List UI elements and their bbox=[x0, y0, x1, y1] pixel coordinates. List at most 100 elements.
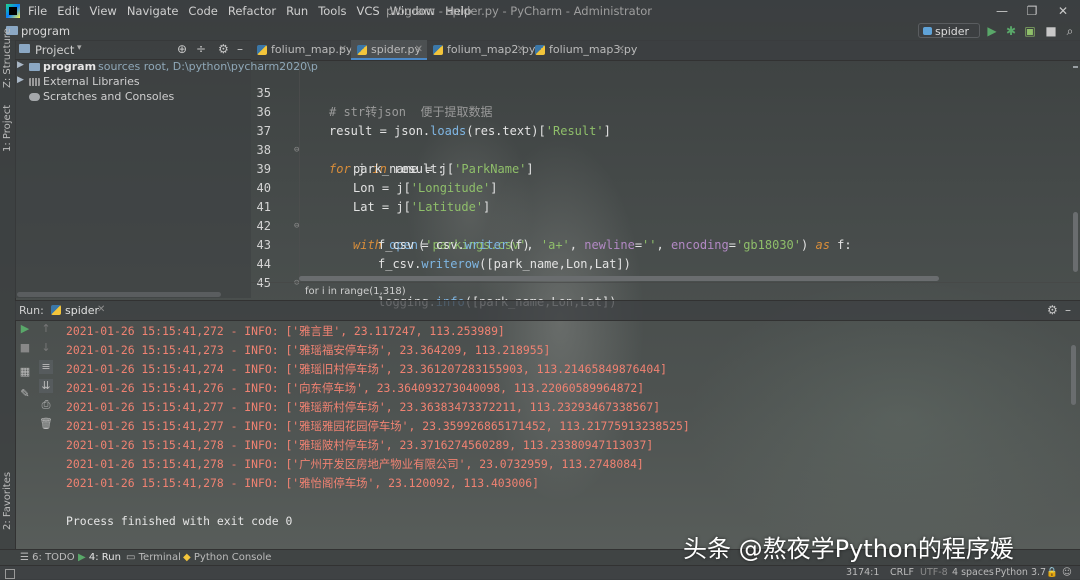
print-icon[interactable]: ⎙ bbox=[39, 398, 53, 412]
code-comment: # str转json 便于提取数据 bbox=[329, 105, 493, 119]
rerun-icon[interactable]: ▶ bbox=[18, 322, 32, 336]
close-tab-icon[interactable]: ✕ bbox=[617, 40, 625, 60]
line-separator[interactable]: CRLF bbox=[890, 567, 914, 578]
close-button[interactable]: ✕ bbox=[1048, 2, 1078, 20]
code-text: Lon = j['Longitude'] bbox=[353, 179, 498, 198]
hide-icon[interactable]: – bbox=[237, 42, 243, 56]
scroll-up-icon[interactable]: ↑ bbox=[39, 322, 53, 336]
menu-tools[interactable]: Tools bbox=[318, 4, 346, 18]
run-label: 4: Run bbox=[88, 552, 121, 563]
python-file-icon bbox=[51, 305, 61, 315]
python-console-tool-button[interactable]: ◆ Python Console bbox=[183, 552, 271, 563]
expand-arrow-icon[interactable]: ▶ bbox=[17, 60, 24, 70]
collapse-icon[interactable]: ÷ bbox=[196, 42, 206, 56]
code-line: 45 bbox=[251, 255, 280, 290]
soft-wrap-icon[interactable]: ≡ bbox=[39, 360, 53, 374]
window-title: program - spider.py - PyCharm - Administ… bbox=[386, 4, 652, 18]
run-toolbar: ▶ ↑ ■ ↓ ≡ ▦ ⇊ ✎ ⎙ 🗑 bbox=[15, 319, 59, 549]
fold-marker-icon[interactable]: ⊖ bbox=[294, 141, 299, 160]
editor-vertical-scrollbar[interactable] bbox=[1073, 212, 1078, 272]
code-token: 'gb18030' bbox=[735, 238, 802, 252]
code-line: 36 result = json.loads(res.text)['Result… bbox=[251, 84, 611, 138]
menu-edit[interactable]: Edit bbox=[57, 4, 79, 18]
hide-icon[interactable]: – bbox=[1065, 303, 1071, 317]
python-file-icon bbox=[357, 45, 367, 55]
project-panel: Project ▾ ⊕ ÷ ⚙ – ▶ program sources root… bbox=[15, 40, 318, 298]
code-token: f_csv. bbox=[378, 257, 422, 271]
scroll-marker bbox=[1073, 66, 1078, 68]
indent-setting[interactable]: 4 spaces bbox=[952, 567, 994, 578]
close-tab-icon[interactable]: ✕ bbox=[517, 40, 525, 60]
stop-icon[interactable]: ■ bbox=[1044, 25, 1058, 38]
structure-tool-button[interactable]: Z: Structure bbox=[2, 28, 13, 88]
menu-vcs[interactable]: VCS bbox=[357, 4, 380, 18]
fold-marker-icon[interactable]: ⊖ bbox=[294, 217, 299, 236]
tab-spider[interactable]: spider.py ✕ bbox=[351, 40, 427, 60]
gear-icon[interactable]: ⚙ bbox=[1047, 303, 1058, 317]
close-tab-icon[interactable]: ✕ bbox=[415, 40, 423, 60]
restore-layout-icon[interactable]: ▦ bbox=[18, 365, 32, 379]
pycharm-logo-icon bbox=[6, 4, 20, 18]
menu-file[interactable]: File bbox=[28, 4, 47, 18]
terminal-icon: ▭ bbox=[126, 552, 136, 563]
tab-folium-map2[interactable]: folium_map2.py ✕ bbox=[427, 40, 535, 60]
menu-view[interactable]: View bbox=[90, 4, 117, 18]
scroll-down-icon[interactable]: ↓ bbox=[39, 341, 53, 355]
caret-position[interactable]: 3174:1 bbox=[846, 567, 879, 578]
code-token: f: bbox=[829, 238, 852, 252]
run-icon[interactable]: ▶ bbox=[985, 25, 999, 38]
code-token: (res.text)[ bbox=[466, 124, 546, 138]
code-token: result = json. bbox=[329, 124, 431, 138]
coverage-icon[interactable]: ▣ bbox=[1023, 25, 1037, 38]
editor-horizontal-scrollbar[interactable] bbox=[299, 276, 939, 281]
breadcrumb-project[interactable]: program bbox=[21, 24, 70, 38]
console-vertical-scrollbar[interactable] bbox=[1071, 345, 1076, 405]
watermark-text: 头条 @熬夜学Python的程序媛 bbox=[683, 535, 1014, 563]
code-token: for bbox=[329, 162, 351, 176]
notifications-icon[interactable]: ☺ bbox=[1062, 567, 1072, 578]
tab-folium-map3[interactable]: folium_map3.py ✕ bbox=[529, 40, 637, 60]
menu-code[interactable]: Code bbox=[188, 4, 217, 18]
gear-icon[interactable]: ⚙ bbox=[218, 42, 229, 56]
run-tool-button[interactable]: ▶ 4: Run bbox=[78, 552, 121, 563]
code-token: , bbox=[656, 238, 671, 252]
code-token: ) bbox=[801, 238, 816, 252]
target-icon[interactable]: ⊕ bbox=[177, 42, 187, 56]
project-tool-button[interactable]: 1: Project bbox=[2, 105, 13, 152]
stop-icon[interactable]: ■ bbox=[18, 341, 32, 355]
tab-folium-map[interactable]: folium_map.py ✕ bbox=[251, 40, 352, 60]
project-horizontal-scrollbar[interactable] bbox=[17, 292, 221, 297]
menu-refactor[interactable]: Refactor bbox=[228, 4, 276, 18]
tree-item-label: Scratches and Consoles bbox=[43, 90, 175, 103]
menu-navigate[interactable]: Navigate bbox=[127, 4, 179, 18]
python-interpreter[interactable]: Python 3.7 bbox=[995, 567, 1046, 578]
lock-icon[interactable]: 🔒 bbox=[1046, 567, 1058, 578]
code-breadcrumb-bar: for i in range(1,318) bbox=[251, 276, 1080, 299]
folder-icon bbox=[29, 63, 40, 71]
project-view-selector[interactable]: Project bbox=[35, 43, 74, 57]
terminal-tool-button[interactable]: ▭ Terminal bbox=[126, 552, 181, 563]
pin-icon[interactable]: ✎ bbox=[18, 387, 32, 401]
expand-arrow-icon[interactable]: ▶ bbox=[17, 75, 24, 85]
toggle-tool-windows-icon[interactable] bbox=[5, 569, 15, 579]
code-breadcrumb[interactable]: for i in range(1,318) bbox=[305, 286, 406, 297]
search-icon[interactable]: ⌕ bbox=[1063, 25, 1077, 38]
menu-run[interactable]: Run bbox=[286, 4, 308, 18]
favorites-tool-button[interactable]: 2: Favorites bbox=[2, 472, 13, 530]
run-console[interactable]: 2021-01-26 15:15:41,272 - INFO: ['雅言里', … bbox=[60, 319, 1076, 549]
file-encoding[interactable]: UTF-8 bbox=[920, 567, 948, 578]
run-tab-spider[interactable]: spider bbox=[65, 304, 99, 317]
editor-scroll-markers[interactable] bbox=[1073, 62, 1078, 272]
code-token: 'a+' bbox=[540, 238, 570, 252]
chevron-down-icon[interactable]: ▾ bbox=[77, 43, 82, 53]
close-tab-icon[interactable]: ✕ bbox=[339, 40, 347, 60]
debug-icon[interactable]: ✱ bbox=[1004, 25, 1018, 38]
scroll-to-end-icon[interactable]: ⇊ bbox=[39, 379, 53, 393]
code-editor[interactable]: 35 # str转json 便于提取数据 36 result = json.lo… bbox=[251, 60, 1080, 309]
code-token: newline bbox=[584, 238, 635, 252]
restore-button[interactable]: ❐ bbox=[1017, 2, 1047, 20]
close-run-tab-icon[interactable]: ✕ bbox=[97, 304, 105, 315]
minimize-button[interactable]: — bbox=[987, 2, 1017, 20]
trash-icon[interactable]: 🗑 bbox=[39, 417, 53, 431]
todo-tool-button[interactable]: ☰ 6: TODO bbox=[20, 552, 75, 563]
